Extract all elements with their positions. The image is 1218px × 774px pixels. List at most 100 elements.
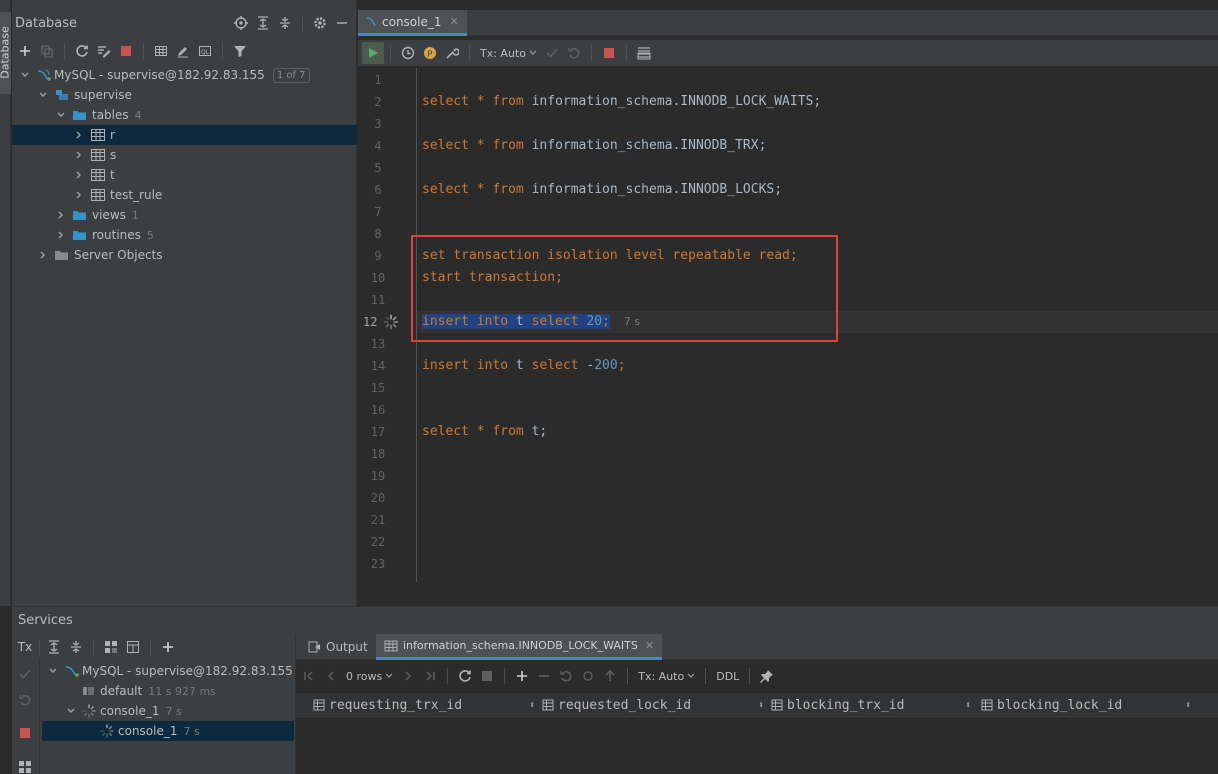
rollback-icon[interactable] xyxy=(563,42,585,64)
ddl-button[interactable]: DDL xyxy=(712,670,743,683)
services-console-item-row[interactable]: console_1 7 s xyxy=(42,721,294,741)
tree-routines-row[interactable]: routines 5 xyxy=(12,225,357,245)
add-icon[interactable] xyxy=(14,40,36,62)
submit-icon[interactable] xyxy=(599,665,621,687)
chevron-right-icon[interactable] xyxy=(54,208,68,222)
chevron-right-icon[interactable] xyxy=(72,148,86,162)
minimize-icon[interactable] xyxy=(331,12,353,34)
sort-icon[interactable]: ⬍ xyxy=(529,700,535,711)
stop-icon[interactable] xyxy=(115,40,137,62)
parameters-icon[interactable]: P xyxy=(419,42,441,64)
stop-icon[interactable] xyxy=(598,42,620,64)
chevron-right-icon[interactable] xyxy=(54,228,68,242)
edit-schema-icon[interactable] xyxy=(93,40,115,62)
expand-all-icon[interactable] xyxy=(252,12,274,34)
svg-text:QL: QL xyxy=(201,49,210,56)
sort-icon[interactable]: ⬍ xyxy=(965,700,971,711)
preview-changes-icon[interactable] xyxy=(577,665,599,687)
pin-icon[interactable] xyxy=(756,665,778,687)
code-line-14[interactable]: insert into t select -200; xyxy=(422,355,626,377)
expand-all-icon[interactable] xyxy=(43,636,65,658)
first-page-icon[interactable] xyxy=(298,665,320,687)
services-default-row[interactable]: default 11 s 927 ms xyxy=(42,681,294,701)
chevron-down-icon[interactable] xyxy=(46,664,60,678)
sort-icon[interactable]: ⬍ xyxy=(1185,700,1191,711)
tree-schema-row[interactable]: supervise xyxy=(12,85,357,105)
tree-table-item[interactable]: r xyxy=(12,125,357,145)
tree-table-item[interactable]: s xyxy=(12,145,357,165)
line-number: 5 xyxy=(374,161,382,175)
edit-icon[interactable] xyxy=(172,40,194,62)
add-row-icon[interactable] xyxy=(511,665,533,687)
revert-icon[interactable] xyxy=(555,665,577,687)
services-default-label: default xyxy=(100,684,143,698)
sql-console-icon[interactable]: QL xyxy=(194,40,216,62)
layout-icon[interactable] xyxy=(122,636,144,658)
previous-page-icon[interactable] xyxy=(320,665,342,687)
tree-views-row[interactable]: views 1 xyxy=(12,205,357,225)
copy-icon[interactable] xyxy=(36,40,58,62)
delete-row-icon[interactable] xyxy=(533,665,555,687)
group-icon[interactable] xyxy=(100,636,122,658)
history-clock-icon[interactable] xyxy=(397,42,419,64)
tab-console-1[interactable]: console_1 ✕ xyxy=(358,10,467,36)
stop-icon[interactable] xyxy=(476,665,498,687)
services-console-group-row[interactable]: console_1 7 s xyxy=(42,701,294,721)
table-view-icon[interactable] xyxy=(150,40,172,62)
add-icon[interactable] xyxy=(157,636,179,658)
execute-play-icon[interactable] xyxy=(362,42,384,64)
rows-dropdown[interactable]: 0 rows xyxy=(342,670,397,683)
commit-check-icon[interactable] xyxy=(541,42,563,64)
layout-grid-icon[interactable] xyxy=(18,760,32,774)
tree-connection-row[interactable]: MySQL - supervise@182.92.83.155 1 of 7 xyxy=(12,65,357,85)
rows-count-label: 0 rows xyxy=(346,669,383,683)
tree-tables-row[interactable]: tables 4 xyxy=(12,105,357,125)
close-icon[interactable]: ✕ xyxy=(450,15,459,28)
services-tx-label[interactable]: Tx xyxy=(14,636,36,658)
code-line-6[interactable]: select * from information_schema.INNODB_… xyxy=(422,179,782,201)
services-connection-row[interactable]: MySQL - supervise@182.92.83.155 xyxy=(42,661,294,681)
output-layout-icon[interactable] xyxy=(633,42,655,64)
tree-table-item[interactable]: t xyxy=(12,165,357,185)
chevron-right-icon[interactable] xyxy=(72,188,86,202)
tab-result[interactable]: information_schema.INNODB_LOCK_WAITS ✕ xyxy=(376,634,663,660)
folder-icon xyxy=(72,108,92,122)
code-line-17[interactable]: select * from t; xyxy=(422,421,547,443)
refresh-icon[interactable] xyxy=(71,40,93,62)
filter-icon[interactable] xyxy=(229,40,251,62)
column-header[interactable]: requested_lock_id ⬍ xyxy=(542,695,764,715)
results-tx-dropdown[interactable]: Tx: Auto xyxy=(634,670,699,683)
locate-icon[interactable] xyxy=(230,12,252,34)
database-side-tab[interactable]: Database xyxy=(0,12,12,94)
last-page-icon[interactable] xyxy=(419,665,441,687)
wrench-icon[interactable] xyxy=(441,42,463,64)
chevron-right-icon[interactable] xyxy=(36,248,50,262)
chevron-right-icon[interactable] xyxy=(72,128,86,142)
chevron-down-icon[interactable] xyxy=(18,68,32,82)
collapse-all-icon[interactable] xyxy=(65,636,87,658)
commit-check-icon[interactable] xyxy=(18,667,32,681)
sort-icon[interactable]: ⬍ xyxy=(758,700,764,711)
tx-mode-dropdown[interactable]: Tx: Auto xyxy=(476,47,541,60)
chevron-down-icon[interactable] xyxy=(64,704,78,718)
next-page-icon[interactable] xyxy=(397,665,419,687)
tab-output[interactable]: Output xyxy=(300,634,376,660)
column-header[interactable]: blocking_lock_id ⬍ xyxy=(981,695,1191,715)
rollback-icon[interactable] xyxy=(18,693,32,707)
close-icon[interactable]: ✕ xyxy=(645,639,654,652)
chevron-down-icon[interactable] xyxy=(36,88,50,102)
collapse-all-icon[interactable] xyxy=(274,12,296,34)
chevron-down-icon[interactable] xyxy=(54,108,68,122)
chevron-right-icon[interactable] xyxy=(72,168,86,182)
settings-gear-icon[interactable] xyxy=(309,12,331,34)
tree-table-item[interactable]: test_rule xyxy=(12,185,357,205)
folder-icon xyxy=(54,248,74,262)
column-header[interactable]: requesting_trx_id ⬍ xyxy=(313,695,535,715)
tab-result-label: information_schema.INNODB_LOCK_WAITS xyxy=(403,639,638,652)
refresh-icon[interactable] xyxy=(454,665,476,687)
code-line-4[interactable]: select * from information_schema.INNODB_… xyxy=(422,135,766,157)
tree-server-objects-row[interactable]: Server Objects xyxy=(12,245,357,265)
code-line-2[interactable]: select * from information_schema.INNODB_… xyxy=(422,91,821,113)
column-header[interactable]: blocking_trx_id ⬍ xyxy=(771,695,971,715)
stop-icon[interactable] xyxy=(19,727,31,739)
